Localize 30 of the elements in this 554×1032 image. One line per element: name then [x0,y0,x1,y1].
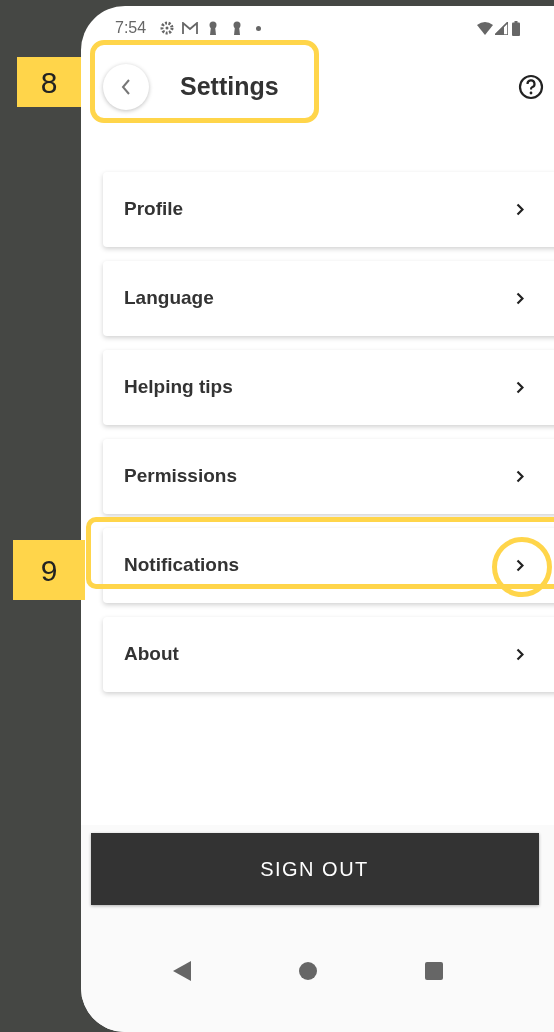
signal-icon [495,21,508,35]
settings-item[interactable]: Permissions [103,439,554,514]
chevron-right-icon [516,381,524,394]
mail-icon [182,21,199,35]
home-circle-icon[interactable] [298,962,317,980]
page-title: Settings [180,71,279,103]
sign-out-button[interactable]: SIGN OUT [90,833,539,905]
annotation-badge: 9 [13,540,85,600]
back-triangle-icon[interactable] [172,961,191,981]
chevron-right-icon [516,470,524,483]
keyhole-icon [232,20,243,36]
annotation-badge: 8 [17,57,81,107]
settings-item[interactable]: Helping tips [103,350,554,425]
dot-icon [256,25,262,31]
settings-item[interactable]: About [103,617,554,692]
wifi-icon [477,21,493,35]
help-icon[interactable] [518,74,544,100]
chevron-right-icon [516,203,524,216]
recents-square-icon[interactable] [424,962,443,980]
keyhole-icon [208,20,219,36]
status-time: 7:54 [115,18,147,38]
settings-item[interactable]: Notifications [103,528,554,603]
settings-item[interactable]: Profile [103,172,554,247]
gear-icon [160,21,175,35]
chevron-right-icon [516,559,524,572]
battery-icon [512,20,520,36]
back-icon [121,78,131,96]
chevron-right-icon [516,292,524,305]
chevron-right-icon [516,648,524,661]
settings-item[interactable]: Language [103,261,554,336]
